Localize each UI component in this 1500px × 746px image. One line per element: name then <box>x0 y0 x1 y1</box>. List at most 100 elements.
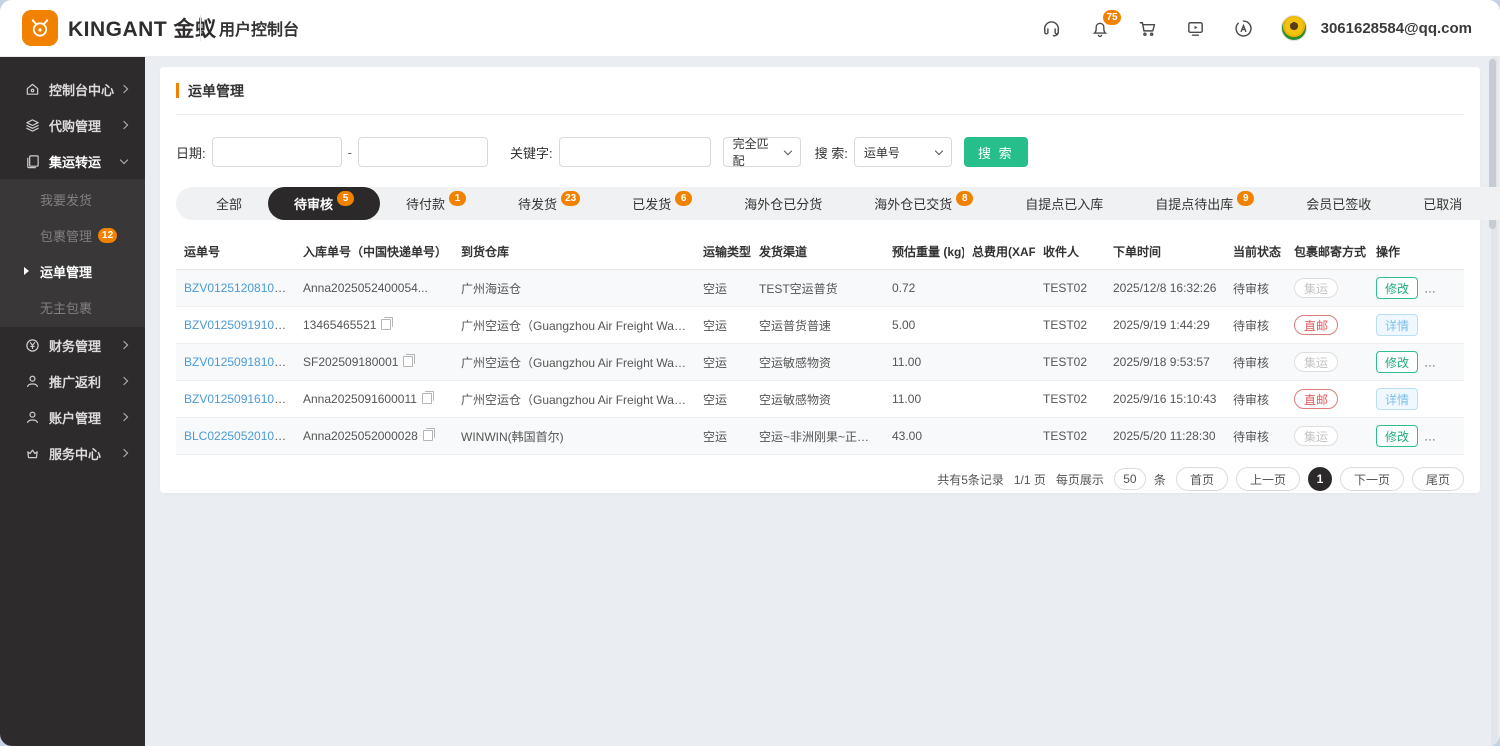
table-row: BLC02250520100761Anna2025052000028WINWIN… <box>176 418 1464 455</box>
sidebar-item[interactable]: 集运转运 <box>0 143 145 179</box>
sidebar-item[interactable]: 账户管理 <box>0 399 145 435</box>
cart-icon[interactable] <box>1137 17 1159 39</box>
tab-已发货[interactable]: 已发货6 <box>606 187 718 220</box>
last-page-button[interactable]: 尾页 <box>1412 467 1464 491</box>
weight-cell: 5.00 <box>884 307 964 344</box>
tab-自提点已入库[interactable]: 自提点已入库 <box>999 187 1129 220</box>
column-header: 包裹邮寄方式 <box>1286 234 1368 270</box>
mail-method-pill[interactable]: 直邮 <box>1294 389 1338 409</box>
sidebar: 控制台中心代购管理集运转运我要发货包裹管理12运单管理无主包裹财务管理推广返利账… <box>0 57 145 746</box>
copy-icon[interactable] <box>403 356 413 367</box>
status-cell: 待审核 <box>1225 418 1286 455</box>
total-cost-cell <box>964 418 1035 455</box>
tab-待审核[interactable]: 待审核5 <box>268 187 380 220</box>
tab-海外仓已分货[interactable]: 海外仓已分货 <box>718 187 848 220</box>
person-icon <box>24 409 40 425</box>
sidebar-item[interactable]: 财务管理 <box>0 327 145 363</box>
date-from-input[interactable] <box>212 137 342 167</box>
waybill-link[interactable]: BZV01251208101142 <box>184 281 295 295</box>
layers-icon <box>24 117 40 133</box>
edit-button[interactable]: 修改 <box>1376 351 1418 373</box>
chevron-down-icon <box>935 146 943 154</box>
sidebar-subitem[interactable]: 运单管理 <box>0 253 145 289</box>
tab-海外仓已交货[interactable]: 海外仓已交货8 <box>848 187 999 220</box>
chevron-right-icon <box>120 377 128 385</box>
waybill-link[interactable]: BLC02250520100761 <box>184 429 295 443</box>
keyword-input[interactable] <box>559 137 711 167</box>
edit-button[interactable]: 修改 <box>1376 425 1418 447</box>
crown-icon <box>24 445 40 461</box>
tab-问题单[interactable]: 问题单1 <box>1488 187 1500 220</box>
records-summary: 共有5条记录 <box>937 471 1004 488</box>
sidebar-item[interactable]: 服务中心 <box>0 435 145 471</box>
tab-会员已签收[interactable]: 会员已签收 <box>1280 187 1397 220</box>
yen-icon <box>24 337 40 353</box>
sidebar-item[interactable]: 控制台中心 <box>0 71 145 107</box>
total-cost-cell <box>964 270 1035 307</box>
sidebar-item[interactable]: 代购管理 <box>0 107 145 143</box>
channel-cell: 空运敏感物资 <box>751 344 884 381</box>
inbound-number-cell: Anna2025091600011 <box>295 381 453 418</box>
match-mode-select[interactable]: 完全匹配 <box>723 137 801 167</box>
warehouse-cell: 广州空运仓（Guangzhou Air Freight Warehouse） <box>453 307 695 344</box>
detail-button[interactable]: 详情 <box>1376 388 1418 410</box>
a-circle-icon[interactable] <box>1233 17 1255 39</box>
sidebar-item[interactable]: 推广返利 <box>0 363 145 399</box>
per-page-input[interactable] <box>1114 468 1146 490</box>
per-page-unit: 条 <box>1154 471 1166 488</box>
column-header: 下单时间 <box>1105 234 1225 270</box>
waybill-number-cell: BZV01251208101142 <box>176 270 295 307</box>
copy-icon[interactable] <box>423 430 433 441</box>
next-page-button[interactable]: 下一页 <box>1340 467 1404 491</box>
brand-logo[interactable]: KINGANT 金蚁 <box>0 10 176 46</box>
current-page-button[interactable]: 1 <box>1308 467 1332 491</box>
edit-button[interactable]: 修改 <box>1376 277 1418 299</box>
doc-icon <box>24 153 40 169</box>
sidebar-subitem[interactable]: 包裹管理12 <box>0 217 145 253</box>
mail-method-pill[interactable]: 直邮 <box>1294 315 1338 335</box>
tab-全部[interactable]: 全部 <box>190 187 268 220</box>
scrollbar-track[interactable] <box>1491 57 1498 746</box>
channel-cell: 空运敏感物资 <box>751 381 884 418</box>
inbound-number-cell: SF202509180001 <box>295 344 453 381</box>
sidebar-subitem[interactable]: 无主包裹 <box>0 289 145 325</box>
detail-button[interactable]: 详情 <box>1376 314 1418 336</box>
support-icon[interactable] <box>1041 17 1063 39</box>
transport-type-cell: 空运 <box>695 270 751 307</box>
waybill-link[interactable]: BZV01250916101093 <box>184 392 295 406</box>
tab-已取消[interactable]: 已取消 <box>1397 187 1488 220</box>
header-divider <box>200 15 201 41</box>
sidebar-subitem[interactable]: 我要发货 <box>0 181 145 217</box>
column-header: 运输类型 <box>695 234 751 270</box>
recipient-cell: TEST02 <box>1035 270 1105 307</box>
mail-method-cell: 集运 <box>1286 344 1368 381</box>
tab-待付款[interactable]: 待付款1 <box>380 187 492 220</box>
first-page-button[interactable]: 首页 <box>1176 467 1228 491</box>
copy-icon[interactable] <box>381 319 391 330</box>
waybill-link[interactable]: BZV01250918101096 <box>184 355 295 369</box>
weight-cell: 11.00 <box>884 344 964 381</box>
total-cost-cell <box>964 307 1035 344</box>
channel-cell: 空运普货普速 <box>751 307 884 344</box>
actions-cell: 修改详情 <box>1368 344 1464 381</box>
home-icon <box>24 81 40 97</box>
notifications-bell-icon[interactable]: 75 <box>1089 17 1111 39</box>
user-email[interactable]: 3061628584@qq.com <box>1321 20 1472 37</box>
count-badge: 9 <box>1237 191 1254 206</box>
chevron-right-icon <box>120 121 128 129</box>
search-button[interactable]: 搜 索 <box>964 137 1028 167</box>
table-row: BZV0125091910109813465465521广州空运仓（Guangz… <box>176 307 1464 344</box>
waybill-link[interactable]: BZV01250919101098 <box>184 318 295 332</box>
search-type-select[interactable]: 运单号 <box>854 137 952 167</box>
tab-待发货[interactable]: 待发货23 <box>492 187 606 220</box>
copy-icon[interactable] <box>422 393 432 404</box>
person-icon <box>24 373 40 389</box>
user-avatar[interactable] <box>1281 15 1307 41</box>
chevron-down-icon <box>120 155 128 163</box>
table-row: BZV01251208101142Anna2025052400054...广州海… <box>176 270 1464 307</box>
tab-自提点待出库[interactable]: 自提点待出库9 <box>1129 187 1280 220</box>
prev-page-button[interactable]: 上一页 <box>1236 467 1300 491</box>
date-to-input[interactable] <box>358 137 488 167</box>
ant-logo-icon <box>22 10 58 46</box>
video-monitor-icon[interactable] <box>1185 17 1207 39</box>
